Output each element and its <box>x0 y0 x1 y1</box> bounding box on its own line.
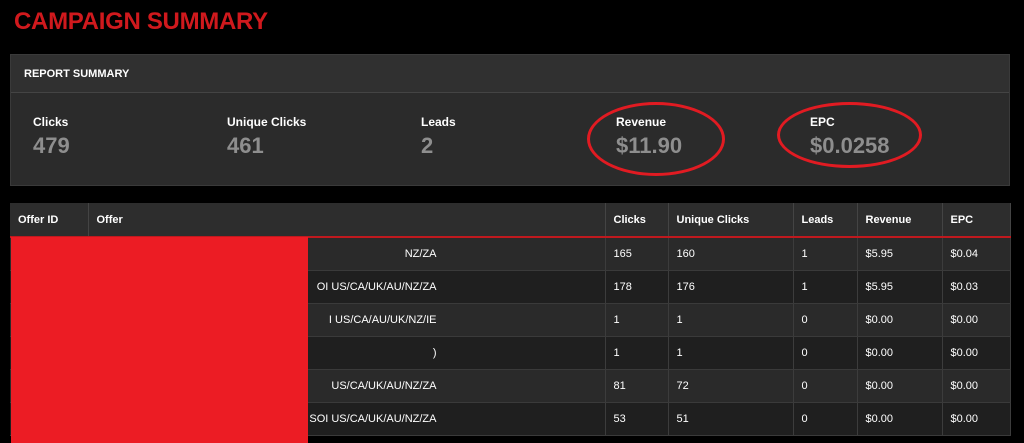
cell-leads: 1 <box>793 237 858 271</box>
cell-revenue: $0.00 <box>857 303 943 337</box>
column-header-unique-clicks[interactable]: Unique Clicks <box>668 203 794 238</box>
stat-unique-clicks: Unique Clicks 461 <box>227 115 306 159</box>
cell-unique-clicks: 51 <box>668 402 794 436</box>
page-title: CAMPAIGN SUMMARY <box>14 8 268 35</box>
cell-epc: $0.00 <box>942 402 1011 436</box>
table-header-row: Offer ID Offer Clicks Unique Clicks Lead… <box>10 203 1011 238</box>
column-header-revenue[interactable]: Revenue <box>857 203 943 238</box>
stat-epc: EPC $0.0258 <box>810 115 890 159</box>
cell-epc: $0.00 <box>942 303 1011 337</box>
stat-label: Revenue <box>616 115 667 129</box>
cell-clicks: 53 <box>605 402 669 436</box>
cell-leads: 0 <box>793 369 858 403</box>
cell-leads: 0 <box>793 336 858 370</box>
cell-leads: 0 <box>793 402 858 436</box>
stat-label: Clicks <box>33 115 69 129</box>
column-header-offer[interactable]: Offer <box>88 203 606 238</box>
stat-label: EPC <box>810 115 835 129</box>
stat-value: 479 <box>33 133 70 158</box>
column-header-leads[interactable]: Leads <box>793 203 858 238</box>
cell-revenue: $5.95 <box>857 237 943 271</box>
cell-revenue: $0.00 <box>857 369 943 403</box>
report-summary-panel: REPORT SUMMARY Clicks 479 Unique Clicks … <box>10 54 1010 186</box>
column-header-clicks[interactable]: Clicks <box>605 203 669 238</box>
cell-revenue: $0.00 <box>857 402 943 436</box>
stat-clicks: Clicks 479 <box>33 115 70 159</box>
cell-unique-clicks: 1 <box>668 336 794 370</box>
cell-leads: 1 <box>793 270 858 304</box>
cell-unique-clicks: 176 <box>668 270 794 304</box>
stat-label: Leads <box>421 115 456 129</box>
cell-revenue: $0.00 <box>857 336 943 370</box>
stat-value: $11.90 <box>616 133 683 158</box>
cell-epc: $0.00 <box>942 336 1011 370</box>
cell-unique-clicks: 72 <box>668 369 794 403</box>
cell-unique-clicks: 1 <box>668 303 794 337</box>
stat-label: Unique Clicks <box>227 115 307 129</box>
cell-epc: $0.03 <box>942 270 1011 304</box>
cell-clicks: 81 <box>605 369 669 403</box>
cell-clicks: 165 <box>605 237 669 271</box>
cell-revenue: $5.95 <box>857 270 943 304</box>
report-summary-header: REPORT SUMMARY <box>11 55 1009 93</box>
cell-epc: $0.00 <box>942 369 1011 403</box>
stat-value: 461 <box>227 133 264 158</box>
cell-unique-clicks: 160 <box>668 237 794 271</box>
column-header-epc[interactable]: EPC <box>942 203 1011 238</box>
redaction-block <box>11 237 308 443</box>
campaign-summary-page: CAMPAIGN SUMMARY REPORT SUMMARY Clicks 4… <box>0 0 1024 443</box>
stat-revenue: Revenue $11.90 <box>616 115 682 159</box>
stat-value: 2 <box>421 133 434 158</box>
cell-leads: 0 <box>793 303 858 337</box>
column-header-offer-id[interactable]: Offer ID <box>10 203 89 238</box>
cell-epc: $0.04 <box>942 237 1011 271</box>
cell-clicks: 178 <box>605 270 669 304</box>
stat-leads: Leads 2 <box>421 115 456 159</box>
cell-clicks: 1 <box>605 303 669 337</box>
stat-value: $0.0258 <box>810 133 890 158</box>
cell-clicks: 1 <box>605 336 669 370</box>
